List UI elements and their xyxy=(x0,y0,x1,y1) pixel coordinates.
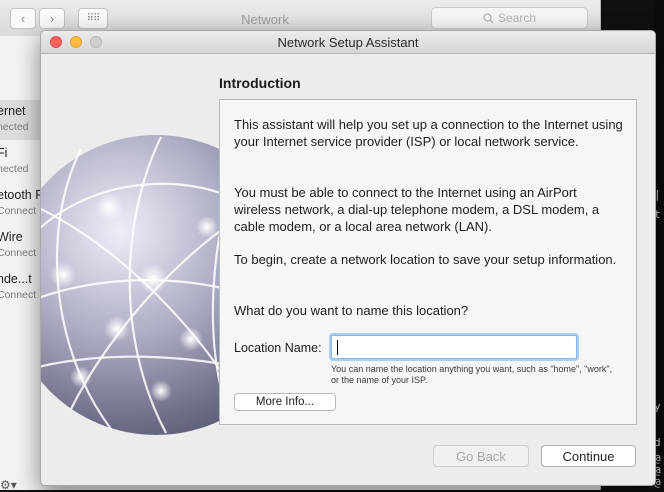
intro-paragraph: This assistant will help you set up a co… xyxy=(234,117,623,149)
more-info-button[interactable]: More Info... xyxy=(234,393,336,411)
forward-button[interactable]: › xyxy=(39,8,65,29)
section-title: Introduction xyxy=(219,75,301,91)
introduction-panel: This assistant will help you set up a co… xyxy=(219,99,637,425)
chevron-right-icon: › xyxy=(49,11,55,26)
service-bluetooth-pan[interactable]: etooth P Connect xyxy=(0,184,44,224)
service-name: Wire xyxy=(0,230,23,244)
location-question: What do you want to name this location? xyxy=(234,303,469,318)
location-name-label: Location Name: xyxy=(234,341,322,355)
service-status: Connect xyxy=(0,289,37,301)
service-name: etooth P xyxy=(0,188,44,202)
title-bar: Network Setup Assistant xyxy=(41,31,655,54)
service-wifi[interactable]: Fi nected xyxy=(0,142,44,182)
service-name: Fi xyxy=(0,146,8,160)
service-status: Connect xyxy=(0,205,37,217)
requirements-paragraph: You must be able to connect to the Inter… xyxy=(234,185,600,234)
show-all-button[interactable]: ⠿⠿ xyxy=(78,8,108,29)
chevron-left-icon: ‹ xyxy=(20,11,26,26)
service-firewire[interactable]: Wire Connect xyxy=(0,226,44,266)
window-title: Network xyxy=(241,12,289,27)
service-list: ernet nected Fi nected etooth P Connect … xyxy=(0,36,44,490)
search-field[interactable]: Search xyxy=(431,7,588,29)
service-name: ernet xyxy=(0,104,26,118)
service-thunderbolt[interactable]: nde...t Connect xyxy=(0,268,44,308)
service-name: nde...t xyxy=(0,272,32,286)
grid-icon: ⠿⠿ xyxy=(86,13,101,24)
back-button[interactable]: ‹ xyxy=(10,8,36,29)
search-placeholder: Search xyxy=(497,11,537,25)
continue-button[interactable]: Continue xyxy=(541,445,636,467)
service-ethernet[interactable]: ernet nected xyxy=(0,100,44,140)
search-icon xyxy=(483,12,494,23)
service-status: nected xyxy=(0,121,29,133)
service-status: Connect xyxy=(0,247,37,259)
begin-paragraph: To begin, create a network location to s… xyxy=(234,252,617,267)
go-back-button[interactable]: Go Back xyxy=(433,445,529,467)
location-name-input[interactable] xyxy=(331,335,577,359)
text-caret xyxy=(337,340,338,355)
window-title: Network Setup Assistant xyxy=(277,35,419,50)
location-hint: You can name the location anything you w… xyxy=(331,364,613,385)
network-setup-assistant-window: Network Setup Assistant Introduction Thi… xyxy=(40,30,656,486)
service-status: nected xyxy=(0,163,29,175)
